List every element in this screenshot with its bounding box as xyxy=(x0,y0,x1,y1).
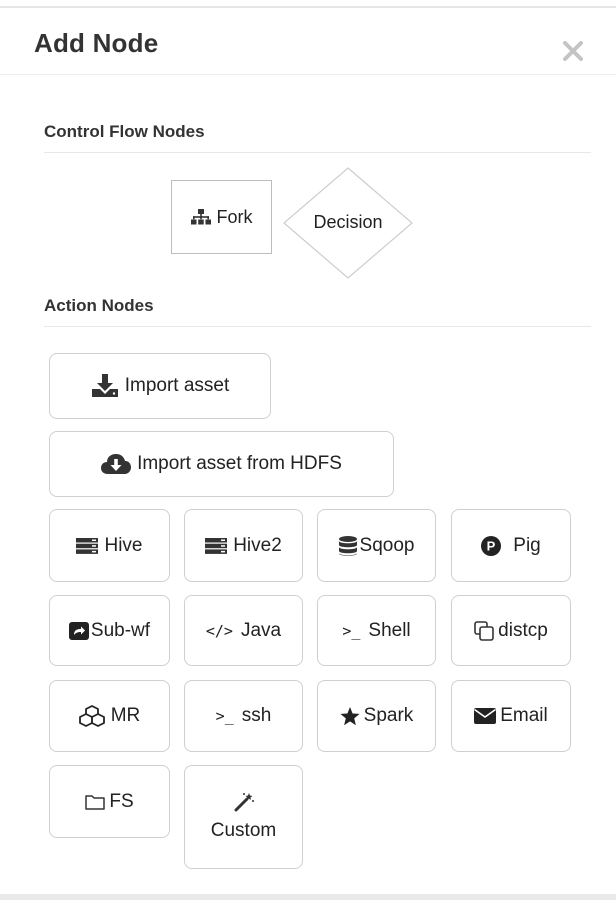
fork-node[interactable]: Fork xyxy=(171,180,272,254)
ssh-label: ssh xyxy=(241,705,272,726)
java-label: Java xyxy=(240,619,282,641)
folder-icon xyxy=(85,794,106,810)
cloud-download-icon xyxy=(101,453,132,475)
close-icon xyxy=(563,41,583,61)
dialog-title: Add Node xyxy=(34,28,159,58)
custom-node-button[interactable]: Custom xyxy=(184,765,303,869)
server-icon xyxy=(205,537,228,554)
server-icon xyxy=(76,537,99,554)
subwf-label: Sub-wf xyxy=(90,619,151,641)
terminal-icon: >_ xyxy=(342,621,361,640)
java-node-button[interactable]: </> Java xyxy=(184,595,303,666)
spark-node-button[interactable]: Spark xyxy=(317,680,436,752)
mr-node-button[interactable]: MR xyxy=(49,680,170,752)
envelope-icon xyxy=(474,708,497,724)
magic-wand-icon xyxy=(233,792,255,812)
bottom-edge xyxy=(0,894,616,900)
action-nodes-divider xyxy=(44,326,591,327)
hive-label: Hive xyxy=(104,534,143,556)
terminal-icon: >_ xyxy=(215,707,234,725)
action-nodes-title: Action Nodes xyxy=(44,296,154,315)
decision-label: Decision xyxy=(313,212,383,232)
pig-icon: P xyxy=(481,535,502,556)
decision-node[interactable]: Decision xyxy=(283,167,413,279)
star-icon xyxy=(340,706,360,726)
cubes-icon xyxy=(78,705,105,727)
mr-label: MR xyxy=(110,705,141,726)
sitemap-icon xyxy=(190,209,211,225)
pig-node-button[interactable]: P Pig xyxy=(451,509,571,582)
copy-icon xyxy=(474,620,494,641)
code-icon: </> xyxy=(205,621,233,640)
spark-label: Spark xyxy=(363,705,414,726)
close-button[interactable] xyxy=(560,38,586,64)
fork-label: Fork xyxy=(216,206,253,227)
fs-label: FS xyxy=(109,790,134,812)
share-square-icon xyxy=(68,621,89,640)
custom-label: Custom xyxy=(210,820,277,841)
hive-node-button[interactable]: Hive xyxy=(49,509,170,582)
hive2-label: Hive2 xyxy=(233,534,282,556)
ssh-node-button[interactable]: >_ ssh xyxy=(184,680,303,752)
email-node-button[interactable]: Email xyxy=(451,680,571,752)
distcp-node-button[interactable]: distcp xyxy=(451,595,571,666)
control-flow-divider xyxy=(44,152,591,153)
distcp-label: distcp xyxy=(498,619,548,641)
download-icon xyxy=(91,374,119,398)
import-asset-label: Import asset xyxy=(124,375,230,396)
fs-node-button[interactable]: FS xyxy=(49,765,170,838)
shell-label: Shell xyxy=(368,619,411,641)
subwf-node-button[interactable]: Sub-wf xyxy=(49,595,170,666)
import-asset-hdfs-label: Import asset from HDFS xyxy=(137,453,342,474)
pig-glyph: P xyxy=(487,538,496,553)
pig-label: Pig xyxy=(513,534,541,556)
control-flow-title: Control Flow Nodes xyxy=(44,122,205,141)
shell-node-button[interactable]: >_ Shell xyxy=(317,595,436,666)
email-label: Email xyxy=(500,705,548,726)
import-asset-button[interactable]: Import asset xyxy=(49,353,271,419)
dialog-header: Add Node xyxy=(0,8,616,75)
sqoop-label: Sqoop xyxy=(359,534,415,556)
database-icon xyxy=(338,535,357,556)
sqoop-node-button[interactable]: Sqoop xyxy=(317,509,436,582)
hive2-node-button[interactable]: Hive2 xyxy=(184,509,303,582)
import-asset-hdfs-button[interactable]: Import asset from HDFS xyxy=(49,431,394,497)
